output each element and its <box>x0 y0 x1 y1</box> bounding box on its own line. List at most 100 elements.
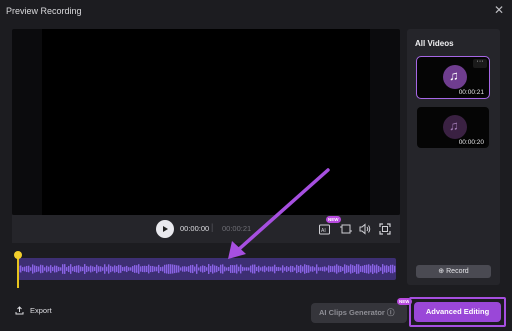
waveform-bar <box>326 267 328 271</box>
waveform-bar <box>378 265 380 273</box>
waveform-bar <box>320 267 322 271</box>
waveform-bar <box>358 264 360 274</box>
waveform-bar <box>212 264 214 274</box>
playhead-handle[interactable] <box>14 251 22 259</box>
waveform-bar <box>346 265 348 273</box>
waveform-bar <box>94 266 96 272</box>
ai-clips-label: AI Clips Generator <box>319 308 385 317</box>
waveform-bar <box>314 267 316 271</box>
total-time: 00:00:21 <box>222 224 252 233</box>
waveform-bar <box>364 265 366 273</box>
waveform-bar <box>200 266 202 272</box>
waveform-bar <box>350 264 352 274</box>
waveform-bar <box>302 266 304 272</box>
audio-waveform[interactable] <box>18 258 396 280</box>
waveform-graphic <box>18 264 396 274</box>
waveform-bar <box>312 266 314 272</box>
video-thumbnail[interactable]: ♫ ··· 00:00:21 <box>416 56 490 99</box>
waveform-bar <box>102 267 104 271</box>
waveform-bar <box>216 265 218 273</box>
fullscreen-icon <box>379 223 391 235</box>
waveform-bar <box>244 267 246 271</box>
waveform-bar <box>306 264 308 274</box>
waveform-bar <box>280 267 282 271</box>
waveform-bar <box>354 265 356 273</box>
waveform-bar <box>186 266 188 272</box>
ai-clips-generator-button[interactable]: AI Clips Generator ⓘ <box>311 303 407 323</box>
waveform-bar <box>66 267 68 271</box>
waveform-bar <box>234 265 236 273</box>
waveform-bar <box>150 265 152 273</box>
video-thumbnail[interactable]: ♫ 00:00:20 <box>417 107 489 148</box>
play-button[interactable] <box>156 220 174 238</box>
advanced-editing-button[interactable]: Advanced Editing <box>414 302 501 322</box>
waveform-bar <box>294 267 296 271</box>
waveform-bar <box>276 267 278 271</box>
waveform-bar <box>30 267 32 271</box>
waveform-bar <box>48 266 50 272</box>
waveform-bar <box>196 264 198 274</box>
waveform-bar <box>264 265 266 273</box>
record-button[interactable]: ⊕ Record <box>416 265 491 278</box>
volume-button[interactable] <box>358 222 372 236</box>
waveform-bar <box>368 264 370 274</box>
waveform-bar <box>70 264 72 274</box>
waveform-bar <box>382 264 384 274</box>
waveform-bar <box>384 265 386 273</box>
crop-button[interactable] <box>339 222 353 236</box>
waveform-bar <box>274 264 276 274</box>
waveform-bar <box>248 267 250 271</box>
waveform-bar <box>188 266 190 272</box>
waveform-bar <box>362 265 364 273</box>
waveform-bar <box>50 265 52 273</box>
waveform-bar <box>132 266 134 272</box>
music-note-icon: ♫ <box>449 68 459 83</box>
export-button[interactable]: Export <box>15 306 52 315</box>
waveform-bar <box>20 265 22 273</box>
waveform-bar <box>376 264 378 274</box>
waveform-bar <box>110 265 112 273</box>
waveform-bar <box>272 266 274 272</box>
video-list-panel: All Videos ♫ ··· 00:00:21 ♫ 00:00:20 <box>407 29 500 285</box>
waveform-bar <box>36 266 38 272</box>
ai-enhance-icon: AI <box>319 224 330 235</box>
time-separator: | <box>211 222 214 232</box>
waveform-bar <box>336 264 338 274</box>
waveform-bar <box>144 265 146 273</box>
waveform-bar <box>124 266 126 272</box>
waveform-bar <box>258 265 260 273</box>
waveform-bar <box>190 265 192 273</box>
waveform-bar <box>108 264 110 274</box>
waveform-bar <box>56 265 58 273</box>
waveform-bar <box>322 266 324 272</box>
waveform-bar <box>282 265 284 273</box>
close-icon[interactable]: ✕ <box>494 3 504 17</box>
ai-enhance-button[interactable]: AI NEW <box>318 216 341 236</box>
waveform-bar <box>72 266 74 272</box>
more-options-icon[interactable]: ··· <box>473 58 487 68</box>
waveform-bar <box>74 266 76 272</box>
waveform-bar <box>98 266 100 272</box>
waveform-bar <box>156 266 158 272</box>
waveform-bar <box>40 264 42 274</box>
waveform-bar <box>388 266 390 272</box>
waveform-bar <box>92 266 94 272</box>
waveform-bar <box>342 267 344 271</box>
waveform-bar <box>178 265 180 273</box>
waveform-bar <box>96 264 98 274</box>
waveform-bar <box>328 265 330 273</box>
waveform-bar <box>324 266 326 272</box>
music-note-icon: ♫ <box>449 118 459 133</box>
fullscreen-button[interactable] <box>378 222 392 236</box>
waveform-bar <box>174 264 176 274</box>
waveform-bar <box>304 264 306 274</box>
waveform-bar <box>134 265 136 273</box>
waveform-bar <box>60 267 62 271</box>
waveform-bar <box>24 266 26 272</box>
waveform-bar <box>334 265 336 273</box>
waveform-bar <box>120 265 122 273</box>
thumbnail-art: ♫ <box>443 65 467 89</box>
waveform-bar <box>90 265 92 273</box>
record-icon: ⊕ <box>438 268 445 275</box>
info-icon: ⓘ <box>386 308 395 317</box>
